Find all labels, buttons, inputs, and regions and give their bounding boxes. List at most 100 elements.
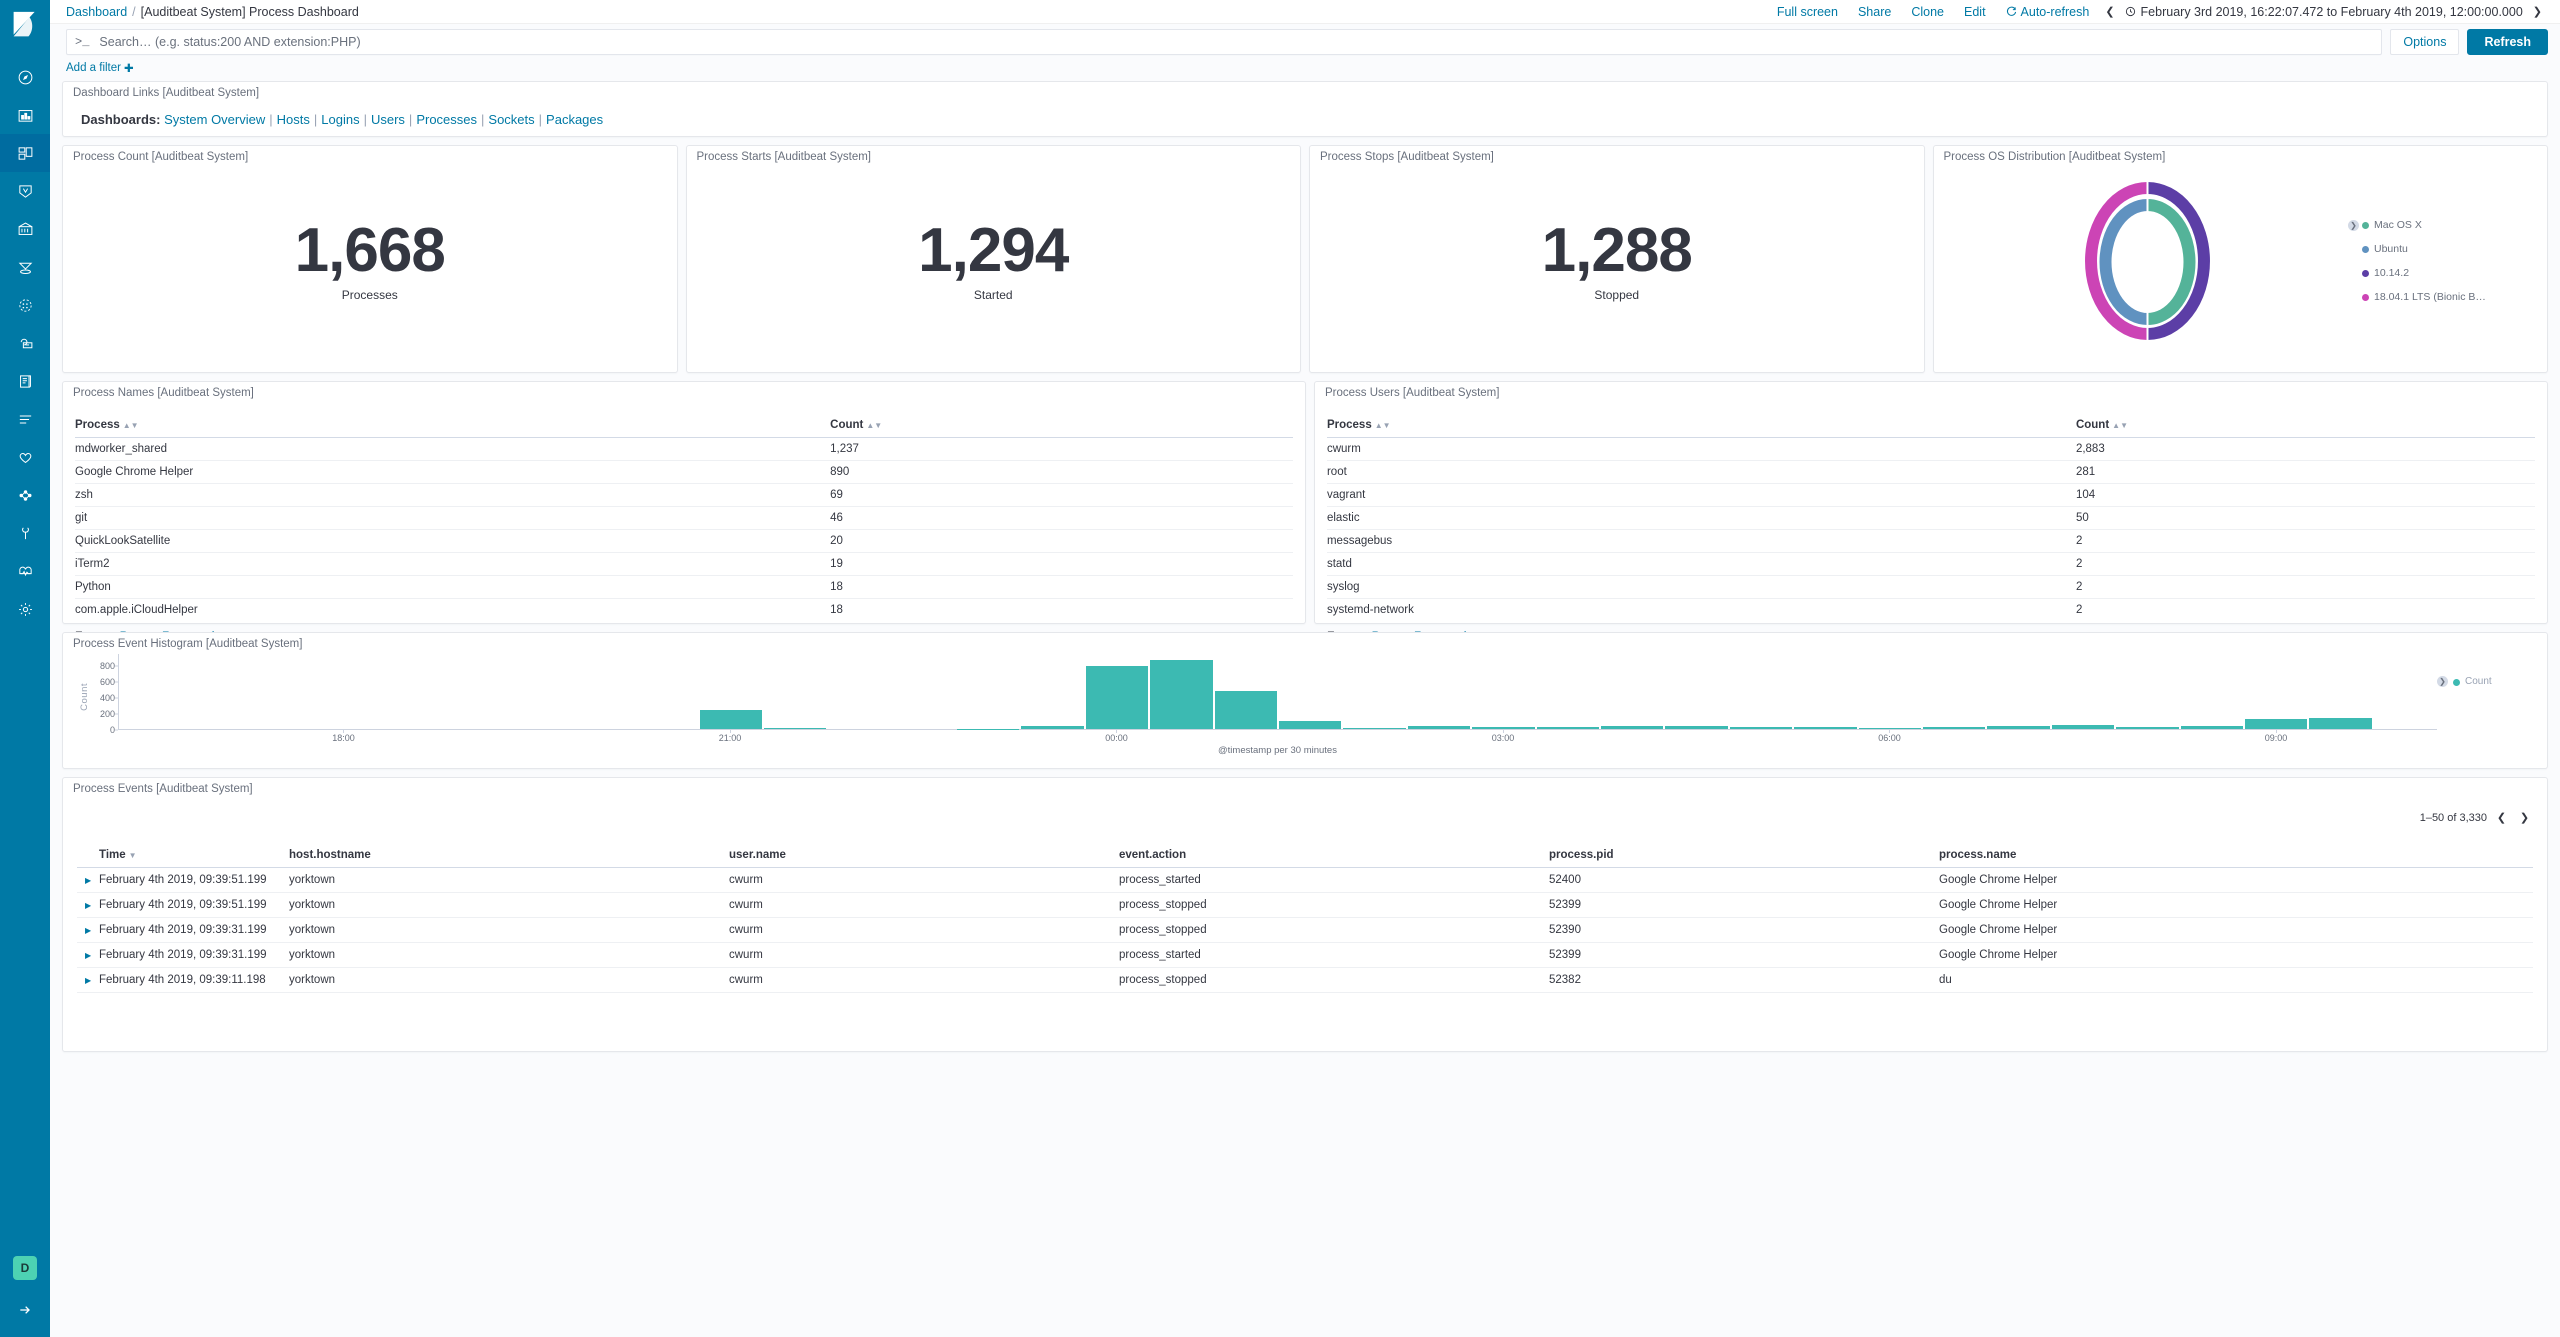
table-row[interactable]: ▶ February 4th 2019, 09:39:31.199 yorkto… bbox=[77, 917, 2533, 943]
histogram-bar[interactable] bbox=[2180, 726, 2243, 729]
table-row[interactable]: vagrant 104 bbox=[1326, 483, 2535, 507]
date-next-button[interactable]: ❯ bbox=[2527, 5, 2548, 18]
col-header-count[interactable]: Count ▲▼ bbox=[830, 413, 1293, 438]
sidebar-item-graph[interactable] bbox=[0, 476, 50, 514]
sort-icon-process[interactable]: ▲▼ bbox=[1375, 421, 1391, 430]
link-sockets[interactable]: Sockets bbox=[488, 112, 534, 127]
clone-button[interactable]: Clone bbox=[1901, 5, 1954, 19]
histogram-bar[interactable] bbox=[2309, 718, 2372, 729]
histogram-bar[interactable] bbox=[1407, 725, 1471, 729]
legend-item-ubuntu[interactable]: Ubuntu bbox=[2362, 243, 2539, 255]
histogram-bar[interactable] bbox=[1472, 726, 1535, 729]
sidebar-item-logs[interactable] bbox=[0, 362, 50, 400]
table-row[interactable]: cwurm 2,883 bbox=[1326, 437, 2535, 461]
histogram-bar[interactable] bbox=[2051, 725, 2115, 729]
col-header-host[interactable]: host.hostname bbox=[289, 843, 729, 868]
histogram-bar[interactable] bbox=[763, 728, 827, 729]
sidebar-item-machine-learning[interactable] bbox=[0, 248, 50, 286]
col-header-count[interactable]: Count ▲▼ bbox=[2075, 413, 2535, 438]
sidebar-item-maps[interactable] bbox=[0, 210, 50, 248]
table-row[interactable]: ▶ February 4th 2019, 09:39:51.199 yorkto… bbox=[77, 892, 2533, 918]
table-row[interactable]: com.apple.iCloudHelper 18 bbox=[75, 599, 1293, 622]
pagination-prev-button[interactable]: ❮ bbox=[2493, 809, 2510, 826]
search-field-wrapper[interactable]: >_ bbox=[66, 29, 2383, 55]
histogram-bar[interactable] bbox=[1794, 726, 1857, 729]
legend-item-10-14-2[interactable]: 10.14.2 bbox=[2362, 267, 2539, 279]
sidebar-item-management[interactable] bbox=[0, 590, 50, 628]
col-header-pid[interactable]: process.pid bbox=[1549, 843, 1939, 868]
histogram-bar[interactable] bbox=[2116, 727, 2179, 729]
expand-row-icon[interactable]: ▶ bbox=[77, 892, 99, 918]
sort-icon-time[interactable]: ▼ bbox=[129, 851, 137, 860]
link-logins[interactable]: Logins bbox=[321, 112, 359, 127]
sidebar-item-apm[interactable] bbox=[0, 324, 50, 362]
sort-icon-process[interactable]: ▲▼ bbox=[123, 421, 139, 430]
sort-icon-count[interactable]: ▲▼ bbox=[866, 421, 882, 430]
table-row[interactable]: QuickLookSatellite 20 bbox=[75, 529, 1293, 553]
histogram-bars[interactable] bbox=[119, 654, 2437, 729]
histogram-bar[interactable] bbox=[1085, 665, 1149, 729]
sidebar-item-dashboard[interactable] bbox=[0, 134, 50, 172]
table-row[interactable]: statd 2 bbox=[1326, 552, 2535, 576]
auto-refresh-button[interactable]: Auto-refresh bbox=[1996, 5, 2100, 19]
sidebar-item-infrastructure[interactable] bbox=[0, 286, 50, 324]
table-row[interactable]: Python 18 bbox=[75, 575, 1293, 599]
col-header-user[interactable]: user.name bbox=[729, 843, 1119, 868]
table-row[interactable]: root 281 bbox=[1326, 460, 2535, 484]
expand-row-icon[interactable]: ▶ bbox=[77, 967, 99, 993]
histogram-bar[interactable] bbox=[1279, 720, 1342, 729]
histogram-bar[interactable] bbox=[1150, 659, 1213, 729]
sidebar-item-discover[interactable] bbox=[0, 58, 50, 96]
legend-expander-icon[interactable]: ❯ bbox=[2348, 220, 2359, 231]
table-row[interactable]: systemd-network 2 bbox=[1327, 599, 2535, 622]
col-header-process[interactable]: Process ▲▼ bbox=[75, 413, 831, 438]
edit-button[interactable]: Edit bbox=[1954, 5, 1996, 19]
sidebar-item-visualize[interactable] bbox=[0, 96, 50, 134]
histogram-bar[interactable] bbox=[1729, 726, 1793, 729]
histogram-bar[interactable] bbox=[699, 709, 762, 729]
link-users[interactable]: Users bbox=[371, 112, 405, 127]
legend-item-mac-os-x[interactable]: Mac OS X bbox=[2362, 219, 2539, 231]
sidebar-item-siem[interactable] bbox=[0, 438, 50, 476]
link-packages[interactable]: Packages bbox=[546, 112, 603, 127]
collapse-nav-button[interactable] bbox=[17, 1302, 33, 1323]
histogram-bar[interactable] bbox=[1987, 725, 2050, 729]
table-row[interactable]: elastic 50 bbox=[1326, 506, 2535, 530]
add-filter-button[interactable]: Add a filter ✚ bbox=[66, 61, 134, 75]
sidebar-item-dev-tools[interactable] bbox=[0, 514, 50, 552]
histogram-bar[interactable] bbox=[1343, 728, 1406, 729]
kibana-logo[interactable] bbox=[0, 0, 50, 50]
legend-item-18-04-1-lts[interactable]: 18.04.1 LTS (Bionic B… bbox=[2362, 291, 2539, 303]
histogram-bar[interactable] bbox=[1600, 725, 1664, 729]
expand-row-icon[interactable]: ▶ bbox=[77, 917, 99, 943]
histogram-bar[interactable] bbox=[1922, 726, 1986, 729]
col-header-process[interactable]: Process ▲▼ bbox=[1326, 413, 2076, 438]
histogram-bar[interactable] bbox=[2244, 719, 2308, 729]
avatar[interactable]: D bbox=[13, 1256, 37, 1280]
date-range-picker[interactable]: February 3rd 2019, 16:22:07.472 to Febru… bbox=[2121, 5, 2527, 19]
link-processes[interactable]: Processes bbox=[416, 112, 477, 127]
histogram-bar[interactable] bbox=[1021, 726, 1084, 729]
col-header-action[interactable]: event.action bbox=[1119, 843, 1549, 868]
search-input[interactable] bbox=[97, 34, 2374, 50]
sort-icon-count[interactable]: ▲▼ bbox=[2112, 421, 2128, 430]
histogram-legend-expander-icon[interactable]: ❯ bbox=[2437, 676, 2448, 687]
col-header-process-name[interactable]: process.name bbox=[1939, 843, 2533, 868]
table-row[interactable]: ▶ February 4th 2019, 09:39:11.198 yorkto… bbox=[77, 967, 2533, 993]
histogram-bar[interactable] bbox=[1665, 726, 1728, 729]
expand-row-icon[interactable]: ▶ bbox=[77, 942, 99, 968]
table-row[interactable]: mdworker_shared 1,237 bbox=[75, 437, 1293, 461]
sidebar-item-monitoring[interactable] bbox=[0, 552, 50, 590]
table-row[interactable]: ▶ February 4th 2019, 09:39:51.199 yorkto… bbox=[77, 867, 2533, 893]
histogram-bar[interactable] bbox=[1858, 727, 1921, 729]
table-row[interactable]: Google Chrome Helper 890 bbox=[75, 460, 1293, 484]
pagination-next-button[interactable]: ❯ bbox=[2516, 809, 2533, 826]
expand-row-icon[interactable]: ▶ bbox=[77, 867, 99, 893]
table-row[interactable]: zsh 69 bbox=[75, 483, 1293, 507]
options-button[interactable]: Options bbox=[2390, 29, 2460, 55]
histogram-bar[interactable] bbox=[1214, 690, 1278, 729]
breadcrumb-dashboard-link[interactable]: Dashboard bbox=[66, 5, 127, 19]
col-header-time[interactable]: Time ▼ bbox=[99, 843, 289, 868]
date-prev-button[interactable]: ❮ bbox=[2099, 5, 2120, 18]
table-row[interactable]: ▶ February 4th 2019, 09:39:31.199 yorkto… bbox=[77, 942, 2533, 968]
